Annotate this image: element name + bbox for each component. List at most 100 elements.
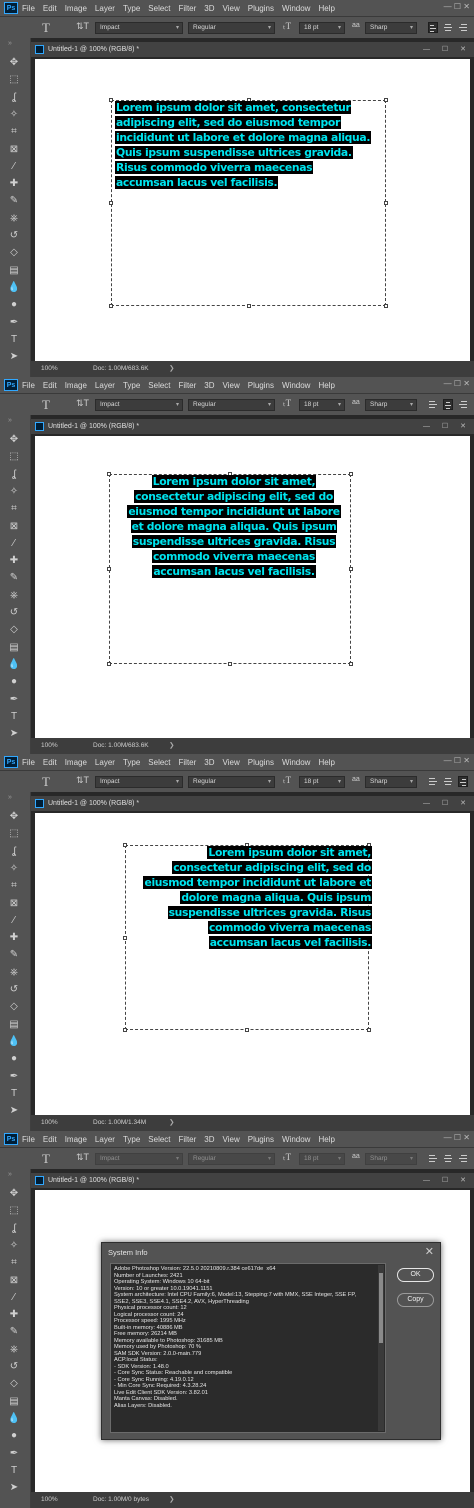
menu-help[interactable]: Help [318,4,334,13]
eyedropper-tool-icon[interactable]: ⁄ [6,914,22,928]
menu-select[interactable]: Select [148,1135,170,1144]
font-style-select[interactable]: Regular ▾ [188,1153,275,1165]
transform-handle[interactable] [107,662,111,666]
align-right-button[interactable] [458,1153,468,1164]
clone-stamp-tool-icon[interactable]: ⎈ [6,966,22,980]
menu-filter[interactable]: Filter [179,758,197,767]
gradient-tool-icon[interactable]: ▤ [6,1018,22,1032]
font-size-select[interactable]: 18 pt ▾ [299,776,345,788]
menu-filter[interactable]: Filter [179,4,197,13]
panel-grip-icon[interactable]: » [8,40,12,47]
menu-3d[interactable]: 3D [204,4,214,13]
menu-edit[interactable]: Edit [43,4,57,13]
history-brush-tool-icon[interactable]: ↺ [6,983,22,997]
eyedropper-tool-icon[interactable]: ⁄ [6,160,22,174]
menu-select[interactable]: Select [148,4,170,13]
font-family-select[interactable]: Impact ▾ [95,776,183,788]
text-orientation-icon[interactable]: ⇅T [76,398,89,409]
healing-brush-tool-icon[interactable]: ✚ [6,177,22,191]
lasso-tool-icon[interactable]: ʆ [6,468,22,482]
status-menu-arrow-icon[interactable]: ❯ [169,738,174,754]
menu-3d[interactable]: 3D [204,1135,214,1144]
menu-file[interactable]: File [22,4,35,13]
anti-alias-select[interactable]: Sharp ▾ [365,22,417,34]
menu-plugins[interactable]: Plugins [248,758,274,767]
ok-button[interactable]: OK [397,1268,434,1282]
text-layer[interactable]: Lorem ipsum dolor sit amet, consectetur a… [115,100,415,190]
menu-view[interactable]: View [223,381,240,390]
transform-handle[interactable] [384,201,388,205]
move-tool-icon[interactable]: ✥ [6,56,22,70]
dodge-tool-icon[interactable]: ● [6,1429,22,1443]
menu-type[interactable]: Type [123,758,140,767]
menu-view[interactable]: View [223,4,240,13]
brush-tool-icon[interactable]: ✎ [6,571,22,585]
marquee-tool-icon[interactable]: ⬚ [6,827,22,841]
menu-plugins[interactable]: Plugins [248,4,274,13]
healing-brush-tool-icon[interactable]: ✚ [6,931,22,945]
pen-tool-icon[interactable]: ✒ [6,316,22,330]
menu-layer[interactable]: Layer [95,1135,115,1144]
brush-tool-icon[interactable]: ✎ [6,194,22,208]
menu-filter[interactable]: Filter [179,381,197,390]
move-tool-icon[interactable]: ✥ [6,1187,22,1201]
marquee-tool-icon[interactable]: ⬚ [6,1204,22,1218]
transform-handle[interactable] [246,304,251,308]
move-tool-icon[interactable]: ✥ [6,810,22,824]
path-select-tool-icon[interactable]: ➤ [6,350,22,364]
document-canvas[interactable]: Lorem ipsum dolor sit amet, consectetur a… [35,436,470,738]
healing-brush-tool-icon[interactable]: ✚ [6,554,22,568]
clone-stamp-tool-icon[interactable]: ⎈ [6,1343,22,1357]
menu-window[interactable]: Window [282,1135,310,1144]
text-orientation-icon[interactable]: ⇅T [76,21,89,32]
dodge-tool-icon[interactable]: ● [6,1052,22,1066]
zoom-level[interactable]: 100% [41,361,58,377]
scrollbar[interactable] [378,1265,384,1431]
font-style-select[interactable]: Regular ▾ [188,399,275,411]
move-tool-icon[interactable]: ✥ [6,433,22,447]
type-tool-preset-icon[interactable]: T [42,1151,50,1167]
close-icon[interactable]: ✕ [425,1245,434,1258]
panel-grip-icon[interactable]: » [8,417,12,424]
font-size-select[interactable]: 18 pt ▾ [299,1153,345,1165]
quick-select-tool-icon[interactable]: ✧ [6,108,22,122]
eraser-tool-icon[interactable]: ◇ [6,623,22,637]
transform-handle[interactable] [107,567,111,571]
type-tool-icon[interactable]: T [6,333,22,347]
menu-plugins[interactable]: Plugins [248,1135,274,1144]
document-window-controls[interactable]: — ☐ ✕ [423,42,466,57]
frame-tool-icon[interactable]: ⊠ [6,143,22,157]
menu-filter[interactable]: Filter [179,1135,197,1144]
window-controls[interactable]: — ☐ ✕ [444,1133,470,1142]
transform-handle[interactable] [228,662,232,666]
text-layer[interactable]: Lorem ipsum dolor sit amet, consectetur a… [95,845,372,950]
menu-type[interactable]: Type [123,4,140,13]
font-size-select[interactable]: 18 pt ▾ [299,399,345,411]
menu-file[interactable]: File [22,758,35,767]
align-center-button[interactable] [443,1153,453,1164]
menu-window[interactable]: Window [282,381,310,390]
type-tool-icon[interactable]: T [6,1087,22,1101]
lasso-tool-icon[interactable]: ʆ [6,1222,22,1236]
menu-image[interactable]: Image [65,4,87,13]
document-tab[interactable]: Untitled-1 @ 100% (RGB/8) * — ☐ ✕ [31,42,474,57]
font-family-select[interactable]: Impact ▾ [95,1153,183,1165]
gradient-tool-icon[interactable]: ▤ [6,264,22,278]
zoom-level[interactable]: 100% [41,1115,58,1131]
zoom-level[interactable]: 100% [41,738,58,754]
document-canvas[interactable]: Lorem ipsum dolor sit amet, consectetur a… [35,59,470,361]
blur-tool-icon[interactable]: 💧 [6,281,22,295]
frame-tool-icon[interactable]: ⊠ [6,520,22,534]
panel-grip-icon[interactable]: » [8,794,12,801]
menu-help[interactable]: Help [318,758,334,767]
font-style-select[interactable]: Regular ▾ [188,22,275,34]
dodge-tool-icon[interactable]: ● [6,675,22,689]
document-tab[interactable]: Untitled-1 @ 100% (RGB/8) * — ☐ ✕ [31,796,474,811]
eraser-tool-icon[interactable]: ◇ [6,246,22,260]
brush-tool-icon[interactable]: ✎ [6,948,22,962]
history-brush-tool-icon[interactable]: ↺ [6,229,22,243]
path-select-tool-icon[interactable]: ➤ [6,1104,22,1118]
menu-image[interactable]: Image [65,758,87,767]
menu-help[interactable]: Help [318,1135,334,1144]
history-brush-tool-icon[interactable]: ↺ [6,606,22,620]
